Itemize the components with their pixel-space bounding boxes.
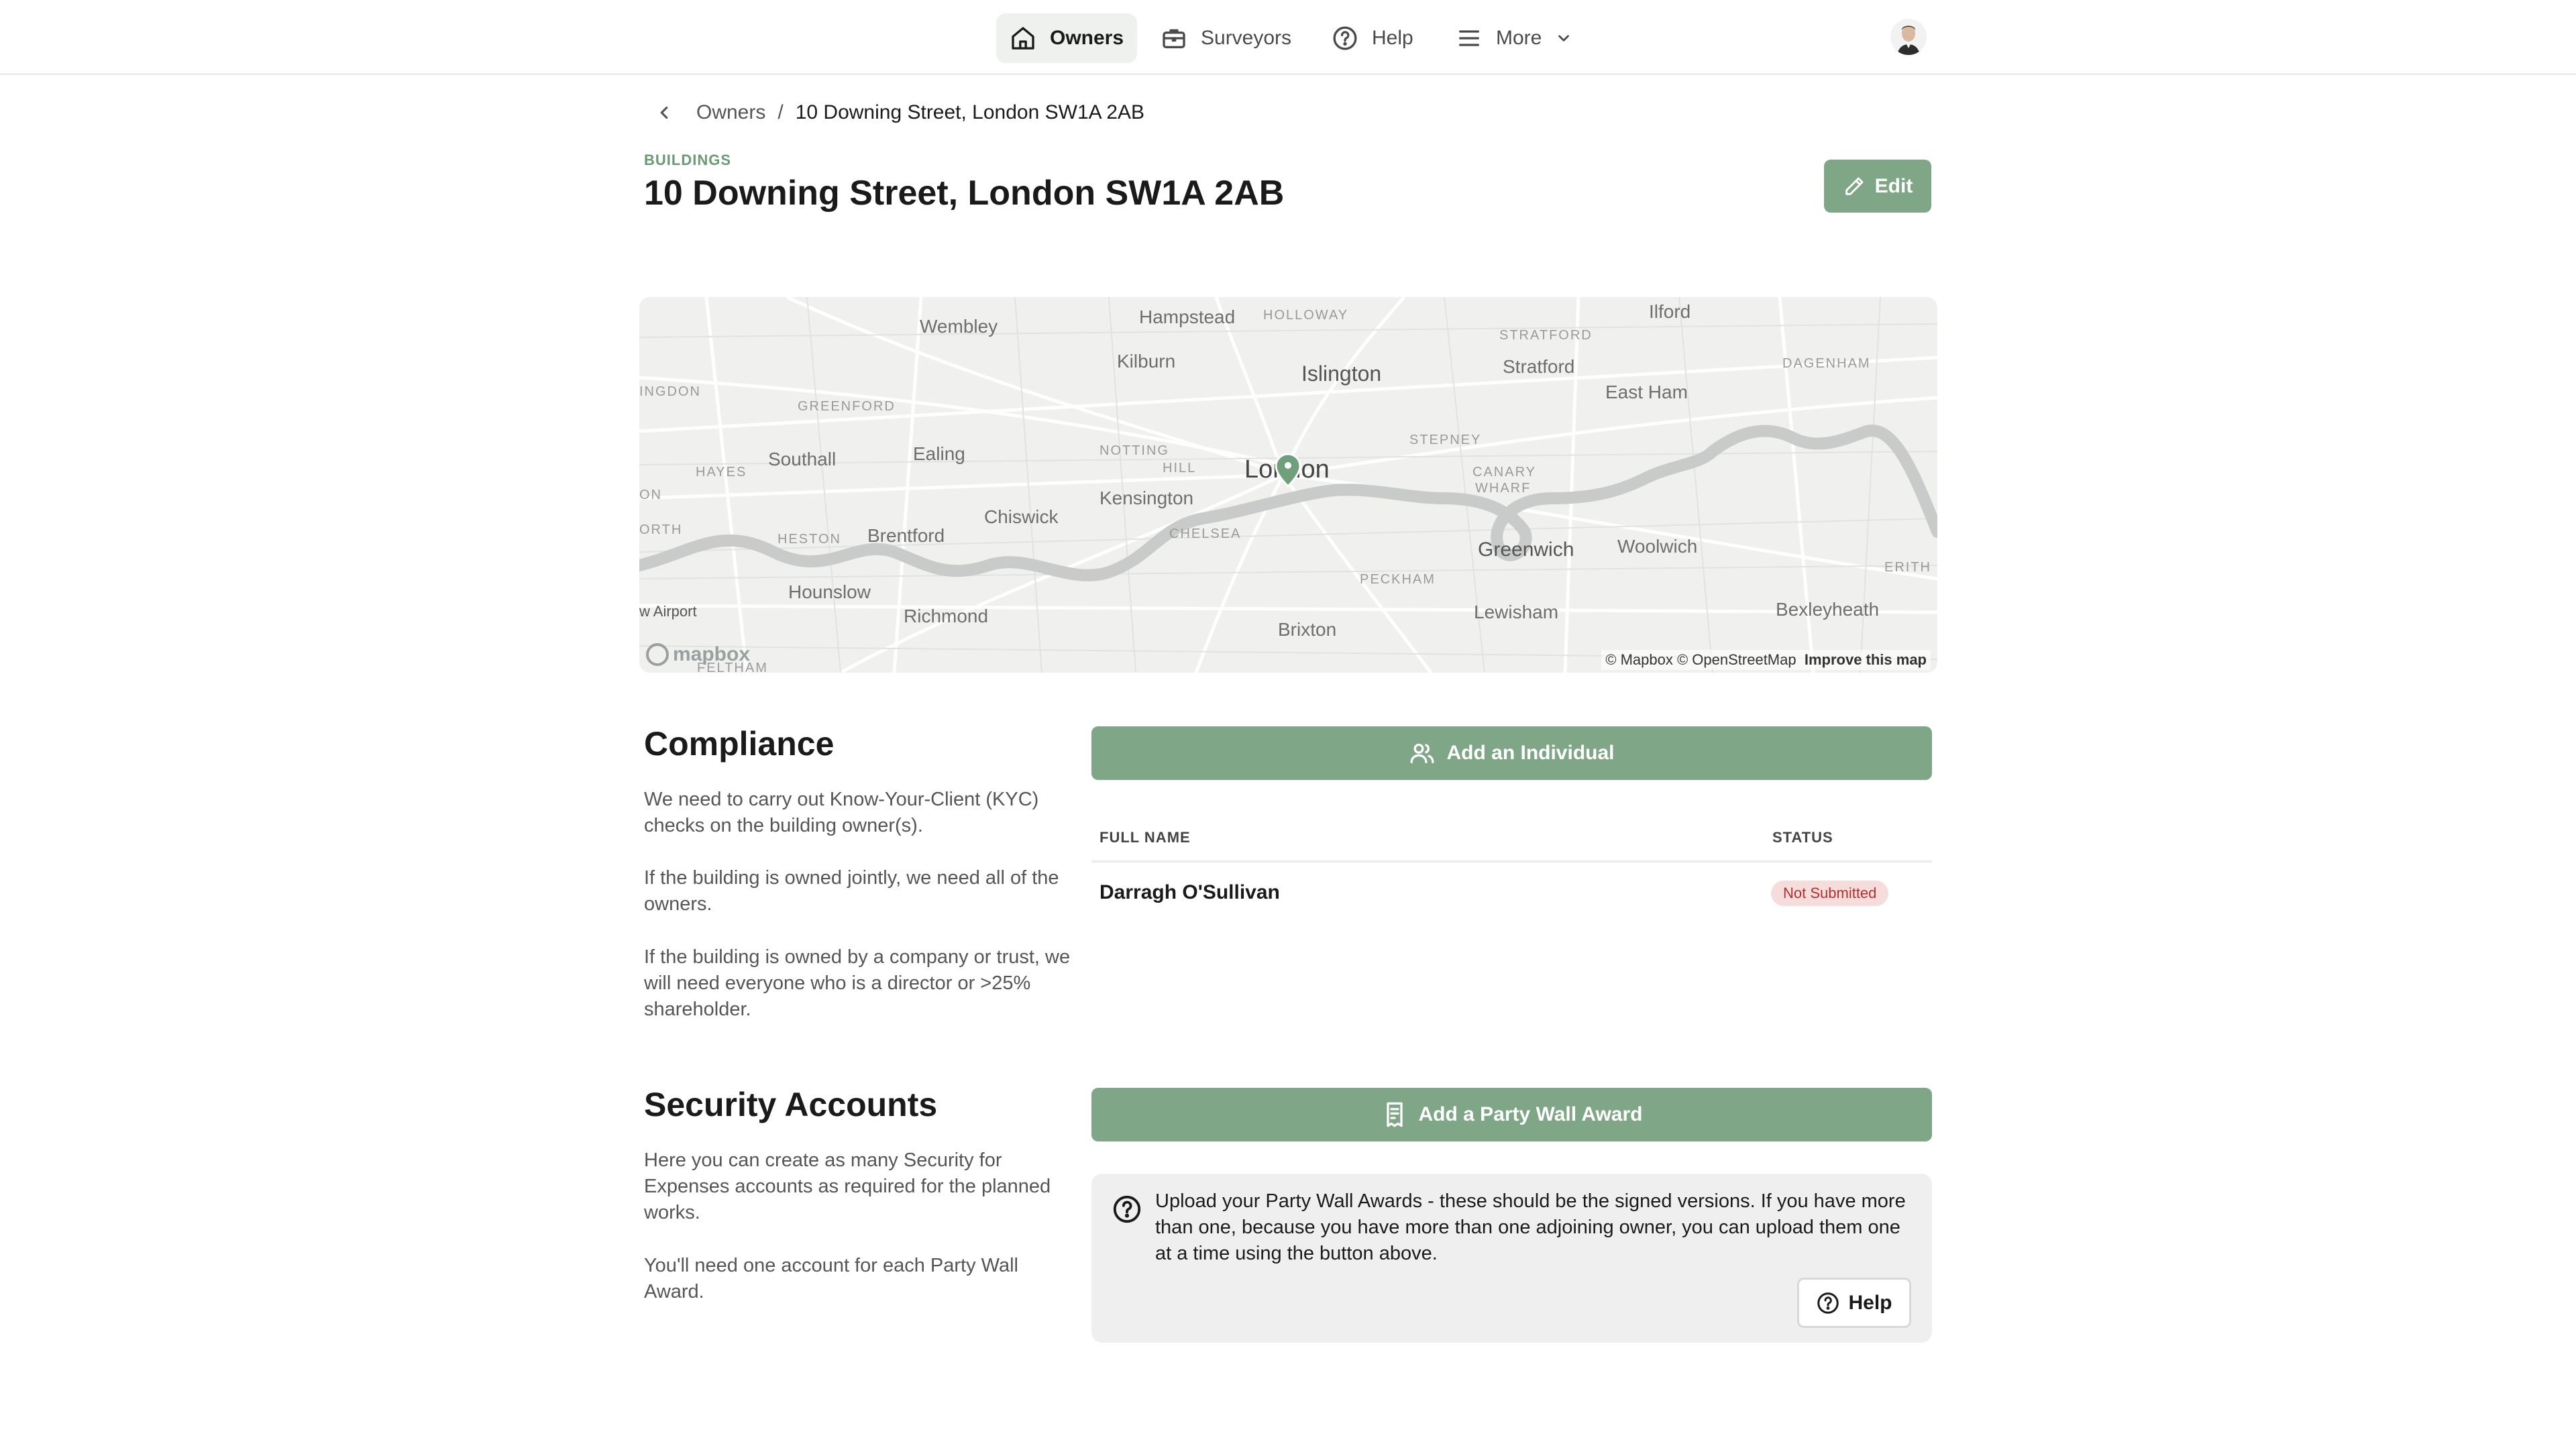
help-button[interactable]: Help [1797,1278,1911,1328]
map-label: Brentford [867,525,945,546]
nav-item-label: More [1496,27,1542,49]
mapbox-logo-icon [646,643,669,666]
attribution-text[interactable]: © Mapbox © OpenStreetMap [1605,651,1796,668]
add-individual-label: Add an Individual [1446,742,1615,764]
owners-table: FULL NAME STATUS Darragh O'Sullivan Not … [1091,818,1932,921]
edit-button[interactable]: Edit [1824,160,1931,213]
column-header-full-name[interactable]: FULL NAME [1099,829,1191,846]
map-label: Hounslow [788,581,871,602]
edit-button-label: Edit [1874,174,1913,197]
chevron-down-icon [1558,35,1570,42]
map-label: Stratford [1503,356,1575,377]
home-icon [1012,27,1034,50]
mapbox-logo-text: mapbox [673,643,751,665]
map-label: Greenwich [1478,539,1574,561]
map-label: ORTH [639,522,683,537]
compliance-paragraph: If the building is owned by a company or… [644,946,1071,1020]
map-label: NOTTING [1099,443,1169,458]
map-label: Lewisham [1474,602,1559,622]
back-button[interactable] [644,103,684,123]
add-party-wall-award-button[interactable]: Add a Party Wall Award [1091,1088,1932,1141]
map-label: Kilburn [1117,351,1176,372]
map-label: Kensington [1099,488,1194,508]
location-pin-icon[interactable] [1274,453,1302,488]
map-label: HOLLOWAY [1263,308,1349,323]
map-label: STRATFORD [1499,328,1593,343]
column-header-status[interactable]: STATUS [1772,829,1833,846]
page-title: 10 Downing Street, London SW1A 2AB [644,174,1285,213]
help-info-box: Upload your Party Wall Awards - these sh… [1091,1174,1932,1343]
top-navigation: Owners Surveyors Help More [0,0,2576,75]
location-map[interactable]: Wembley Hampstead HOLLOWAY Ilford Kilbur… [639,297,1937,673]
map-label: Chiswick [984,506,1059,527]
map-label: Southall [768,449,837,469]
users-icon [1410,743,1434,763]
compliance-paragraph: If the building is owned jointly, we nee… [644,867,1059,915]
map-label: Bexleyheath [1776,599,1880,620]
user-avatar[interactable] [1890,19,1927,55]
map-label: HESTON [777,532,841,547]
nav-item-more[interactable]: More [1442,13,1586,63]
map-label: GREENFORD [798,399,896,414]
map-label: Ilford [1649,301,1691,322]
mapbox-logo[interactable]: mapbox [646,643,750,666]
map-label: w Airport [639,603,697,620]
nav-item-label: Owners [1050,27,1124,49]
map-label: Islington [1301,361,1382,386]
map-label: Brixton [1278,619,1337,640]
map-attribution: © Mapbox © OpenStreetMap Improve this ma… [1601,650,1931,670]
owner-name: Darragh O'Sullivan [1099,881,1280,903]
nav-item-surveyors[interactable]: Surveyors [1147,13,1305,63]
breadcrumb-separator: / [777,101,784,123]
table-header: FULL NAME STATUS [1091,818,1932,862]
map-label: ERITH [1884,560,1931,575]
briefcase-icon [1163,29,1185,48]
section-tag: BUILDINGS [644,152,731,168]
add-individual-button[interactable]: Add an Individual [1091,726,1932,780]
nav-item-label: Help [1372,27,1413,49]
nav-item-owners[interactable]: Owners [996,13,1138,63]
add-party-wall-award-label: Add a Party Wall Award [1418,1103,1643,1125]
chevron-left-icon [660,106,668,119]
map-label: CHELSEA [1169,526,1242,541]
compliance-paragraph: We need to carry out Know-Your-Client (K… [644,789,1039,836]
status-badge: Not Submitted [1771,881,1889,906]
help-button-label: Help [1848,1291,1892,1314]
map-label: HILL [1163,461,1197,476]
nav-item-label: Surveyors [1201,27,1292,49]
map-label: WHARF [1475,481,1532,496]
breadcrumb-current: 10 Downing Street, London SW1A 2AB [795,101,1145,123]
security-accounts-heading: Security Accounts [644,1086,938,1123]
question-circle-icon [1817,1292,1839,1314]
breadcrumb: Owners / 10 Downing Street, London SW1A … [644,98,1144,127]
nav-item-help[interactable]: Help [1318,13,1427,63]
pencil-icon [1845,177,1864,195]
map-label: Woolwich [1617,536,1698,557]
map-label: ON [639,488,662,502]
user-photo-icon [1890,19,1927,55]
map-label: HAYES [696,465,747,480]
breadcrumb-owners-link[interactable]: Owners [696,101,765,124]
map-label: CANARY [1472,465,1536,480]
question-circle-icon [1333,26,1357,50]
map-label: Ealing [913,443,965,464]
question-circle-icon [1113,1195,1141,1223]
map-label: Richmond [904,606,989,626]
improve-map-link[interactable]: Improve this map [1805,651,1927,668]
document-icon [1386,1102,1403,1127]
map-label: DAGENHAM [1782,356,1871,371]
help-message: Upload your Party Wall Awards - these sh… [1155,1190,1906,1264]
map-label: INGDON [639,384,701,399]
security-paragraph: Here you can create as many Security for… [644,1150,1051,1223]
menu-icon [1459,30,1479,46]
table-row[interactable]: Darragh O'Sullivan Not Submitted [1091,862,1932,921]
compliance-heading: Compliance [644,725,835,763]
security-paragraph: You'll need one account for each Party W… [644,1255,1018,1302]
map-label: STEPNEY [1409,433,1482,447]
map-label: Hampstead [1139,306,1236,327]
map-label: PECKHAM [1360,572,1436,587]
map-label: East Ham [1605,382,1688,402]
map-label: Wembley [920,316,998,337]
